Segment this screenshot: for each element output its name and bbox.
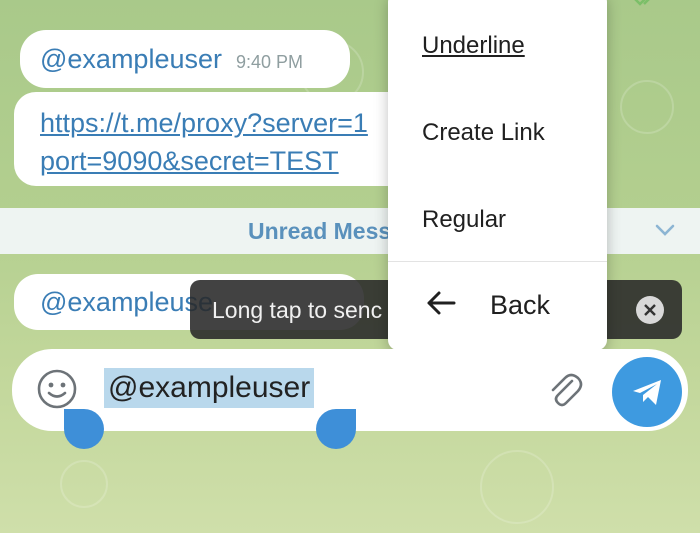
selection-handle-start[interactable] bbox=[64, 409, 104, 449]
background-pattern bbox=[480, 450, 554, 524]
link-line[interactable]: https://t.me/proxy?server=1 bbox=[40, 108, 368, 138]
toast-text: Long tap to senc bbox=[212, 297, 383, 323]
emoji-icon[interactable] bbox=[36, 368, 78, 410]
unread-messages-label: Unread Mess bbox=[248, 217, 392, 244]
message-timestamp: 9:40 PM bbox=[236, 51, 304, 72]
background-pattern bbox=[60, 460, 108, 508]
message-mention[interactable]: @exampleuser bbox=[40, 44, 222, 75]
arrow-left-icon bbox=[427, 291, 456, 315]
background-pattern bbox=[620, 80, 674, 134]
text-format-menu: Underline Create Link Regular Back bbox=[388, 0, 607, 350]
menu-item-regular[interactable]: Regular bbox=[422, 206, 506, 234]
read-checkmarks-icon bbox=[634, 0, 650, 6]
chevron-down-icon[interactable] bbox=[652, 217, 678, 243]
message-bubble[interactable]: @exampleuser 9:40 PM bbox=[20, 30, 350, 88]
menu-item-underline[interactable]: Underline bbox=[422, 32, 525, 60]
proxy-link[interactable]: https://t.me/proxy?server=1 port=9090&sec… bbox=[40, 104, 368, 180]
link-line[interactable]: port=9090&secret=TEST bbox=[40, 146, 339, 176]
menu-item-create-link[interactable]: Create Link bbox=[422, 119, 545, 147]
send-icon bbox=[633, 380, 661, 405]
selection-handle-end[interactable] bbox=[316, 409, 356, 449]
message-mention[interactable]: @exampleuse bbox=[40, 287, 213, 318]
attach-icon[interactable] bbox=[546, 371, 584, 411]
close-icon[interactable] bbox=[636, 296, 664, 324]
message-bubble[interactable]: https://t.me/proxy?server=1 port=9090&sec… bbox=[14, 92, 419, 186]
back-label: Back bbox=[490, 290, 551, 320]
send-button[interactable] bbox=[612, 357, 682, 427]
menu-item-back[interactable]: Back bbox=[388, 262, 607, 350]
message-input[interactable]: @exampleuser bbox=[104, 368, 315, 408]
